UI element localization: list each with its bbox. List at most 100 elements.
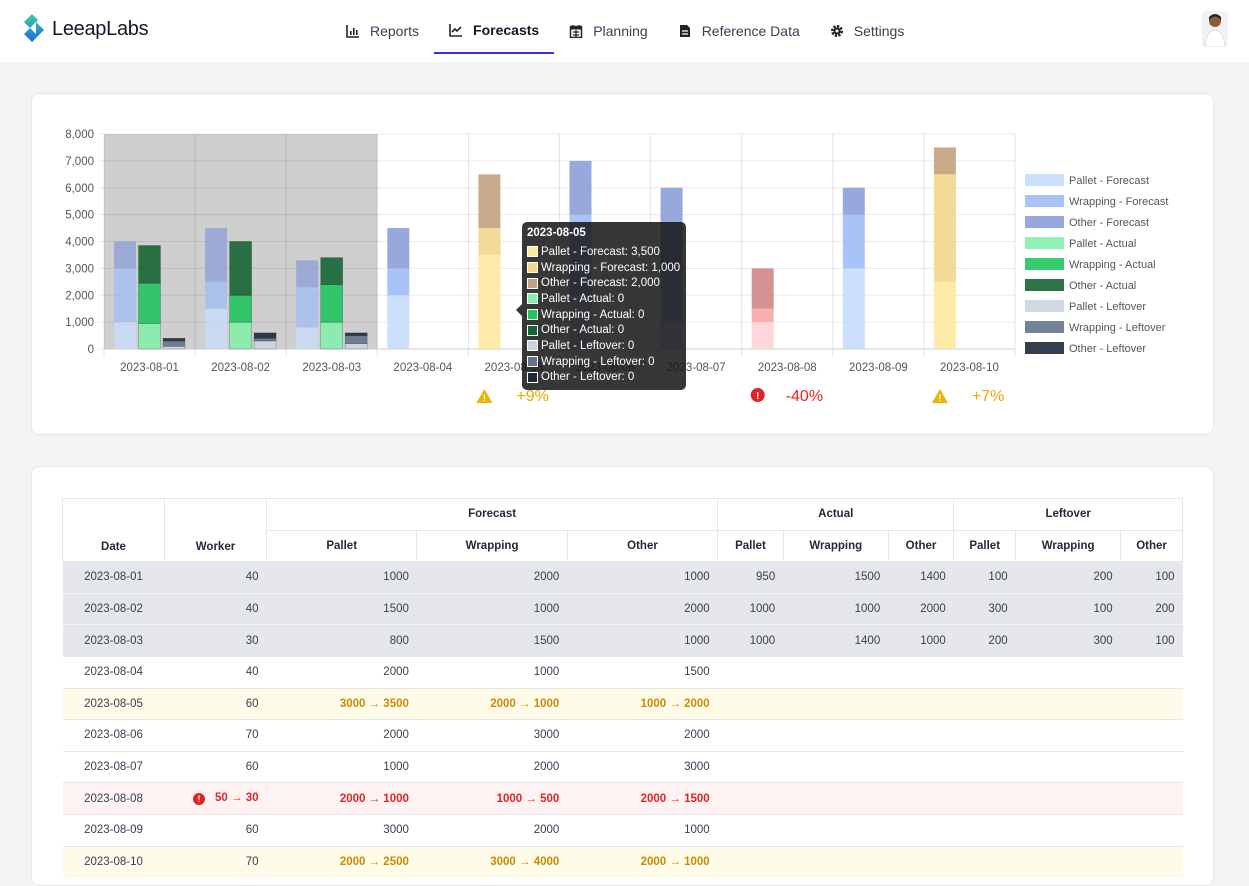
table-row[interactable]: 2023-08-07 60 1000 2000 3000 <box>62 750 1183 783</box>
cell <box>783 719 889 752</box>
forecast-table: Date Worker Forecast Actual Leftover Pal… <box>62 497 1183 878</box>
tooltip-swatch <box>527 246 538 258</box>
bar-forecast-wrapping <box>751 308 774 323</box>
cell <box>1120 719 1183 752</box>
error-icon: ! <box>750 388 765 402</box>
cell <box>1015 719 1121 752</box>
legend-label: Wrapping - Actual <box>1069 259 1156 271</box>
cell <box>953 845 1016 878</box>
cell <box>888 813 954 847</box>
cell: 1000 <box>783 592 889 625</box>
cell: 1000 <box>888 624 954 657</box>
change-percent: +9% <box>516 388 548 405</box>
cell <box>1015 655 1121 689</box>
table-row[interactable]: 2023-08-06 70 2000 3000 2000 <box>62 719 1183 752</box>
bar-actual-wrapping <box>138 282 161 324</box>
legend-swatch <box>1025 321 1064 333</box>
header-leftover: Leftover <box>953 498 1183 531</box>
nav-reference-data[interactable]: Reference Data <box>663 8 815 54</box>
tooltip-row: Pallet - Actual: 0 <box>527 291 681 307</box>
logo[interactable]: LeeapLabs <box>22 13 149 45</box>
y-tick-label: 1,000 <box>65 317 94 329</box>
tooltip-swatch <box>527 309 538 321</box>
table-row[interactable]: 2023-08-08! 50 → 30 2000 → 1000 1000 → 500 2… <box>62 782 1183 815</box>
nav-reports[interactable]: Reports <box>331 8 434 54</box>
cell: 2000 <box>567 592 718 625</box>
legend-swatch <box>1025 342 1064 354</box>
nav-planning[interactable]: Planning <box>554 8 663 54</box>
top-header: LeeapLabs Reports Forecasts Planning Refere… <box>0 0 1249 62</box>
header-actual: Actual <box>717 498 955 531</box>
cell: 100 <box>1120 561 1183 594</box>
cell: 1000 <box>717 592 784 625</box>
bar-forecast-wrapping <box>842 214 865 269</box>
cell <box>1015 750 1121 783</box>
cell-value: 50 → 30 <box>215 792 259 805</box>
legend-label: Pallet - Leftover <box>1069 301 1146 313</box>
tooltip-label: Other - Leftover: 0 <box>541 371 635 384</box>
tooltip-label: Wrapping - Actual: 0 <box>541 308 645 321</box>
x-tick-label: 2023-08-04 <box>393 362 452 374</box>
table-row[interactable]: 2023-08-09 60 3000 2000 1000 <box>62 813 1183 847</box>
exclamation: ! <box>938 393 941 403</box>
tooltip-label: Other - Forecast: 2,000 <box>541 277 660 290</box>
table-row[interactable]: 2023-08-01 40 1000 2000 1000 950 1500 1400 100 20… <box>62 561 1183 594</box>
table-row[interactable]: 2023-08-02 40 1500 1000 2000 1000 1000 2000 300 1… <box>62 592 1183 625</box>
cell <box>953 687 1016 720</box>
y-tick-label: 3,000 <box>65 263 94 275</box>
x-tick-label: 2023-08-09 <box>849 362 908 374</box>
bar-forecast-wrapping <box>478 228 501 255</box>
nav-label: Reference Data <box>701 23 800 39</box>
cell <box>717 719 784 752</box>
legend-swatch <box>1025 237 1064 249</box>
cell: 1000 <box>567 624 718 657</box>
cell-date: 2023-08-08 <box>62 782 165 815</box>
nav-settings[interactable]: Settings <box>815 8 920 54</box>
app-name: LeeapLabs <box>52 17 149 40</box>
tooltip-label: Other - Actual: 0 <box>541 324 625 337</box>
bar-forecast-other <box>296 260 319 288</box>
table-row[interactable]: 2023-08-10 70 2000 → 2500 3000 → 4000 2000 →… <box>62 845 1183 878</box>
cell: 40 <box>164 561 267 594</box>
bar-forecast-pallet <box>205 308 228 349</box>
tooltip-row: Wrapping - Forecast: 1,000 <box>527 260 681 276</box>
cell <box>1120 750 1183 783</box>
cell-date: 2023-08-02 <box>62 592 165 625</box>
bar-actual-wrapping <box>229 294 252 323</box>
cell: 2000 → 1000 <box>416 687 568 720</box>
cell: 800 <box>266 624 417 657</box>
cell <box>783 750 889 783</box>
table-row[interactable]: 2023-08-03 30 800 1500 1000 1000 1400 1000 200 30… <box>62 624 1183 657</box>
legend-label: Other - Actual <box>1069 280 1136 292</box>
bar-forecast-pallet <box>933 281 956 349</box>
cell <box>1120 687 1183 720</box>
cell: 1000 <box>717 624 784 657</box>
header-worker: Worker <box>164 497 267 563</box>
avatar[interactable] <box>1202 11 1228 47</box>
subheader-wrapping: Wrapping <box>416 529 568 563</box>
cell <box>953 655 1016 689</box>
cell: 100 <box>1120 624 1183 657</box>
cell <box>953 750 1016 783</box>
cell: 950 <box>717 561 784 594</box>
tooltip-label: Wrapping - Leftover: 0 <box>541 355 655 368</box>
cell <box>953 719 1016 752</box>
legend-swatch <box>1025 300 1064 312</box>
cell: 2000 <box>567 719 718 752</box>
cell: 1500 <box>266 592 417 625</box>
bar-forecast-pallet <box>842 268 865 349</box>
cell: 60 <box>164 750 267 783</box>
tooltip-label: Pallet - Forecast: 3,500 <box>541 245 660 258</box>
y-tick-label: 2,000 <box>65 290 94 302</box>
y-tick-label: 8,000 <box>65 129 94 141</box>
nav-forecasts[interactable]: Forecasts <box>434 8 555 54</box>
cell-date: 2023-08-04 <box>62 655 165 689</box>
cell <box>888 655 954 689</box>
table-row[interactable]: 2023-08-05 60 3000 → 3500 2000 → 1000 1000 →… <box>62 687 1183 720</box>
forecast-chart-card: 0 1,000 2,000 3,000 4,000 5,000 6,000 7,000 8,00… <box>31 93 1214 435</box>
tooltip-row: Other - Actual: 0 <box>527 322 681 338</box>
cell <box>1015 813 1121 847</box>
table-row[interactable]: 2023-08-04 40 2000 1000 1500 <box>62 655 1183 689</box>
legend-label: Pallet - Forecast <box>1069 175 1149 187</box>
cell: 200 <box>1015 561 1121 594</box>
